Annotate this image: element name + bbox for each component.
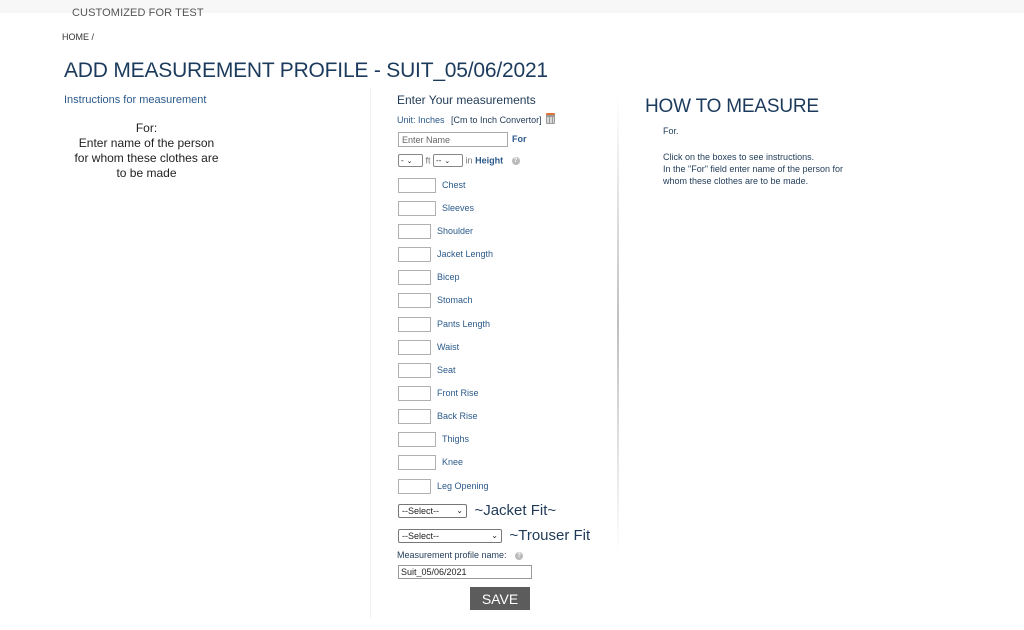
column-divider [617, 95, 619, 555]
waist-label: Waist [437, 342, 460, 352]
height-row: - ⌄ ft -- ⌄ in Height ? [398, 154, 520, 168]
chest-label: Chest [442, 180, 466, 190]
bicep-label: Bicep [437, 272, 460, 282]
instructions-line: Enter name of the person [78, 136, 215, 150]
how-to-measure-title: HOW TO MEASURE [645, 96, 819, 117]
chevron-down-icon: ⌄ [406, 158, 413, 165]
breadcrumb: HOME / [62, 32, 94, 42]
stomach-input[interactable] [398, 293, 431, 308]
height-inches-select[interactable]: -- ⌄ [433, 154, 464, 167]
jacket-length-input[interactable] [398, 247, 431, 262]
sleeves-input[interactable] [398, 201, 436, 216]
back-rise-input[interactable] [398, 409, 431, 424]
unit-label: Unit: Inches [397, 115, 445, 125]
instructions-line: For: [135, 121, 158, 135]
how-to-line: Click on the boxes to see instructions. [663, 152, 815, 162]
stomach-label: Stomach [437, 295, 473, 305]
converter-link[interactable]: [Cm to Inch Convertor] [451, 115, 542, 125]
breadcrumb-home-link[interactable]: HOME / [62, 32, 94, 42]
instructions-panel: Instructions for measurement For: Enter … [64, 94, 234, 180]
brand-label[interactable]: CUSTOMIZED FOR TEST [72, 7, 204, 19]
pants-length-input[interactable] [398, 317, 431, 332]
instructions-line: to be made [116, 166, 177, 180]
waist-input[interactable] [398, 340, 431, 355]
bicep-input[interactable] [398, 270, 431, 285]
thighs-label: Thighs [442, 434, 470, 444]
measurement-form: Enter Your measurements Unit: Inches [Cm… [397, 93, 617, 610]
unit-line: Unit: Inches [Cm to Inch Convertor] [397, 113, 556, 125]
trouser-fit-selected: --Select-- [402, 530, 440, 541]
for-label: For [512, 134, 527, 144]
profile-name-label: Measurement profile name: [397, 550, 507, 560]
profile-name-input[interactable] [398, 565, 532, 579]
jacket-fit-label: ~Jacket Fit~ [474, 502, 557, 520]
chevron-down-icon: ⌄ [444, 158, 451, 165]
height-feet-value: - [401, 156, 404, 165]
jacket-fit-select[interactable]: --Select-- ⌄ [398, 503, 467, 518]
front-rise-label: Front Rise [437, 388, 479, 398]
form-heading: Enter Your measurements [397, 93, 536, 107]
chest-input[interactable] [398, 178, 436, 193]
instructions-heading: Instructions for measurement [64, 94, 207, 106]
name-input[interactable] [398, 132, 508, 147]
seat-input[interactable] [398, 363, 431, 378]
front-rise-input[interactable] [398, 386, 431, 401]
thighs-input[interactable] [398, 432, 436, 447]
calculator-icon[interactable] [546, 113, 556, 124]
chevron-down-icon: ⌄ [456, 505, 463, 515]
jacket-fit-selected: --Select-- [402, 505, 440, 516]
inches-unit-label: in [465, 155, 473, 166]
instructions-body: For: Enter name of the person for whom t… [64, 121, 229, 181]
how-to-line: In the "For" field enter name of the per… [663, 164, 843, 174]
height-inches-value: -- [436, 156, 442, 165]
trouser-fit-select[interactable]: --Select-- ⌄ [398, 528, 502, 543]
how-to-line: whom these clothes are to be made. [663, 176, 809, 186]
question-circle-icon[interactable]: ? [515, 551, 524, 560]
leg-opening-label: Leg Opening [437, 481, 489, 491]
how-to-instructions: Click on the boxes to see instructions. … [663, 151, 883, 187]
save-button[interactable]: SAVE [470, 587, 530, 610]
question-circle-icon[interactable]: ? [511, 156, 520, 165]
height-label: Height [475, 155, 504, 166]
seat-label: Seat [437, 365, 456, 375]
jacket-fit-row: --Select-- ⌄ ~Jacket Fit~ [398, 502, 557, 520]
how-to-measure-panel: HOW TO MEASURE For. Click on the boxes t… [645, 96, 905, 186]
sleeves-label: Sleeves [442, 203, 475, 213]
knee-input[interactable] [398, 455, 436, 470]
height-feet-select[interactable]: - ⌄ [398, 154, 423, 167]
back-rise-label: Back Rise [437, 411, 478, 421]
pants-length-label: Pants Length [437, 319, 491, 329]
page-title: ADD MEASUREMENT PROFILE - SUIT_05/06/202… [64, 59, 548, 82]
chevron-down-icon: ⌄ [491, 530, 498, 540]
shoulder-input[interactable] [398, 224, 431, 239]
shoulder-label: Shoulder [437, 226, 474, 236]
profile-name-label-row: Measurement profile name: ? [397, 550, 524, 560]
trouser-fit-label: ~Trouser Fit [509, 527, 591, 545]
instructions-line: for whom these clothes are [74, 151, 219, 165]
trouser-fit-row: --Select-- ⌄ ~Trouser Fit [398, 527, 591, 545]
knee-label: Knee [442, 457, 464, 467]
jacket-length-label: Jacket Length [437, 249, 494, 259]
leg-opening-input[interactable] [398, 479, 431, 494]
column-divider [370, 88, 371, 618]
how-to-for-text: For. [663, 126, 679, 136]
feet-unit-label: ft [425, 155, 431, 166]
